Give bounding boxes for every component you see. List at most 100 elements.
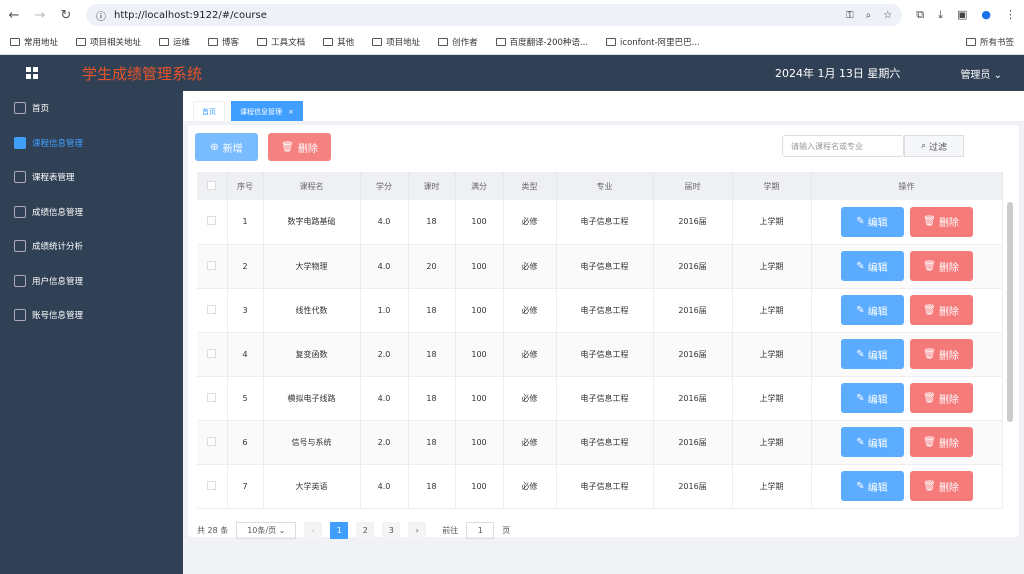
sidebar-item[interactable]: 课程信息管理 (0, 126, 183, 161)
table-row: 7 大学英语 4.0 18 100 必修 电子信息工程 2016届 上学期 ✎ 编辑 🗑 删除 (197, 464, 1003, 509)
delete-button[interactable]: 🗑 删除 (909, 383, 973, 413)
date-text: 2024年 1月 13日 星期六 (774, 67, 901, 80)
edit-button[interactable]: ✎ 编辑 (840, 206, 904, 237)
table-cell: 上学期 (732, 464, 812, 509)
trash-icon: 🗑 (923, 392, 936, 404)
edit-button[interactable]: ✎ 编辑 (840, 295, 904, 325)
delete-label: 删除 (938, 350, 959, 362)
page-unit: 页 (502, 526, 511, 535)
table-cell: 上学期 (732, 288, 812, 333)
folder-icon (76, 38, 87, 46)
bookmark[interactable]: 常用地址 (10, 36, 58, 48)
tab[interactable]: 课程信息管理 × (231, 101, 303, 121)
back-icon[interactable]: ← (8, 8, 20, 23)
grid-icon[interactable] (26, 67, 38, 79)
delete-button[interactable]: 🗑 删除 (909, 295, 973, 325)
forward-icon[interactable]: → (34, 8, 46, 23)
table-cell: 电子信息工程 (556, 464, 654, 509)
address-bar[interactable]: ⓘ http://localhost:9122/#/course ⚿ ⌕ ☆ (86, 4, 903, 26)
menu-icon[interactable]: ⋮ (1005, 8, 1016, 22)
prev-page-button[interactable]: ‹ (304, 522, 323, 539)
bookmark[interactable]: 工具文档 (257, 36, 305, 48)
add-button[interactable]: ⊕ 新增 (195, 133, 258, 161)
goto-input[interactable]: 1 (466, 522, 495, 539)
bookmark[interactable]: 其他 (323, 36, 354, 48)
bookmark-label: 博客 (222, 38, 240, 48)
filter-button[interactable]: ⌕ 过滤 (904, 135, 964, 157)
table-scrollbar[interactable] (1007, 202, 1013, 422)
bookmark[interactable]: 项目相关地址 (76, 36, 141, 48)
sidebar-item[interactable]: 账号信息管理 (0, 298, 183, 333)
sidebar-item[interactable]: 成绩统计分析 (0, 229, 183, 264)
search-input[interactable]: 请输入课程名或专业 (782, 135, 904, 157)
reload-icon[interactable]: ↻ (60, 8, 72, 23)
batch-delete-button[interactable]: 🗑 删除 (268, 133, 331, 161)
bookmark[interactable]: 运维 (159, 36, 190, 48)
row-checkbox[interactable] (197, 332, 228, 377)
table-cell: 100 (455, 420, 504, 465)
edit-button[interactable]: ✎ 编辑 (840, 427, 904, 457)
user-menu[interactable]: 管理员 ⌄ (960, 66, 1002, 81)
row-checkbox[interactable] (197, 376, 228, 421)
page-size-select[interactable]: 10条/页 ⌄ (236, 522, 297, 539)
bookmark[interactable]: iconfont-阿里巴巴... (606, 36, 700, 48)
row-checkbox[interactable] (197, 288, 228, 333)
table-cell: 2016届 (653, 464, 733, 509)
delete-button[interactable]: 🗑 删除 (909, 206, 973, 237)
key-icon[interactable]: ⚿ (846, 10, 854, 21)
edit-icon: ✎ (856, 304, 865, 316)
edit-button[interactable]: ✎ 编辑 (840, 471, 904, 501)
edit-button[interactable]: ✎ 编辑 (840, 383, 904, 413)
select-all-checkbox[interactable] (197, 172, 228, 200)
page-2[interactable]: 2 (356, 522, 375, 539)
trash-icon: 🗑 (923, 304, 936, 316)
table-cell: 18 (408, 464, 456, 509)
delete-button[interactable]: 🗑 删除 (909, 427, 973, 457)
row-checkbox[interactable] (197, 464, 228, 509)
profile-icon[interactable]: ● (981, 8, 991, 22)
bookmark-label: 常用地址 (24, 38, 59, 48)
close-icon[interactable]: × (288, 108, 294, 116)
extensions-icon[interactable]: ⧉ (916, 8, 924, 22)
sidebar-item[interactable]: 首页 (0, 91, 183, 126)
edit-button[interactable]: ✎ 编辑 (840, 339, 904, 369)
next-page-button[interactable]: › (408, 522, 427, 539)
row-checkbox[interactable] (197, 244, 228, 289)
table-cell: 电子信息工程 (556, 332, 654, 377)
page-1[interactable]: 1 (330, 522, 349, 539)
row-checkbox[interactable] (197, 420, 228, 465)
table-cell: 4.0 (360, 376, 409, 421)
all-bookmarks[interactable]: 所有书签 (965, 36, 1014, 48)
table-cell: 电子信息工程 (556, 200, 654, 245)
sidepanel-icon[interactable]: ▣ (957, 8, 967, 22)
delete-button[interactable]: 🗑 删除 (909, 251, 973, 281)
table-cell: 大学英语 (263, 464, 361, 509)
delete-button[interactable]: 🗑 删除 (909, 471, 973, 501)
bookmark[interactable]: 百度翻译-200种语... (495, 36, 588, 48)
folder-icon (10, 38, 20, 46)
table-cell: 必修 (503, 244, 557, 289)
sidebar-item[interactable]: 用户信息管理 (0, 264, 183, 299)
page-3[interactable]: 3 (382, 522, 401, 539)
bookmark[interactable]: 博客 (208, 36, 239, 48)
zoom-icon[interactable]: ⌕ (866, 10, 872, 21)
tab[interactable]: 首页 (193, 101, 225, 121)
edit-icon: ✎ (856, 480, 865, 492)
download-icon[interactable]: ⤓ (938, 8, 943, 22)
star-icon[interactable]: ☆ (883, 10, 892, 21)
folder-icon (965, 38, 976, 46)
edit-button[interactable]: ✎ 编辑 (840, 251, 904, 281)
table-cell: 电子信息工程 (556, 420, 654, 465)
table-cell: 18 (408, 420, 456, 465)
edit-label: 编辑 (867, 438, 888, 450)
row-checkbox[interactable] (197, 200, 228, 245)
delete-button[interactable]: 🗑 删除 (909, 339, 973, 369)
bookmark[interactable]: 项目地址 (372, 36, 420, 48)
info-icon[interactable]: ⓘ (96, 8, 106, 23)
table-cell: 18 (408, 288, 456, 333)
delete-label: 删除 (938, 262, 959, 274)
bookmark[interactable]: 创作者 (438, 36, 478, 48)
edit-icon: ✎ (856, 436, 865, 448)
sidebar-item[interactable]: 课程表管理 (0, 160, 183, 195)
sidebar-item[interactable]: 成绩信息管理 (0, 195, 183, 230)
